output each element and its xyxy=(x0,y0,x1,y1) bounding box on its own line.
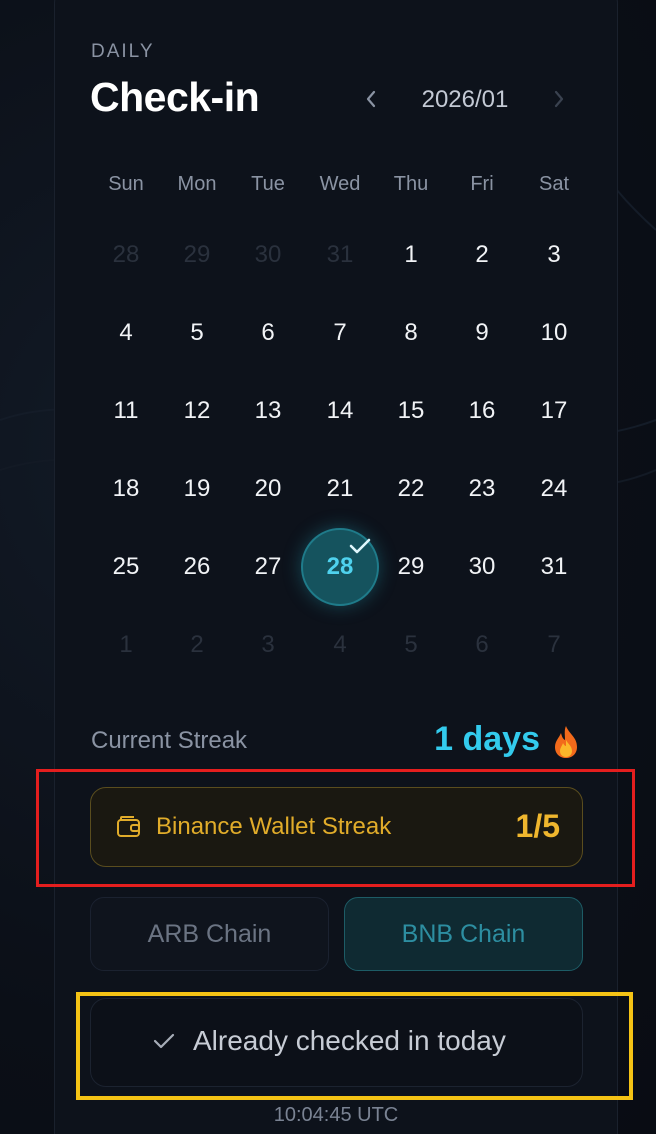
streak-label: Current Streak xyxy=(91,727,248,754)
calendar-day[interactable]: 3 xyxy=(519,235,589,275)
calendar-day[interactable]: 21 xyxy=(305,469,375,509)
calendar-day[interactable]: 26 xyxy=(162,547,232,587)
calendar-day-outside: 3 xyxy=(261,631,275,658)
calendar-day[interactable]: 1 xyxy=(376,235,446,275)
wallet-streak-label: Binance Wallet Streak xyxy=(156,813,392,840)
calendar-day[interactable]: 20 xyxy=(233,469,303,509)
weekday-sat: Sat xyxy=(538,173,570,195)
calendar-day[interactable]: 8 xyxy=(376,313,446,353)
calendar-day-outside: 7 xyxy=(547,631,561,658)
checkin-status-label: Already checked in today xyxy=(193,1025,506,1056)
calendar-day-outside: 29 xyxy=(183,241,211,268)
calendar-day[interactable]: 7 xyxy=(305,313,375,353)
calendar-day[interactable]: 15 xyxy=(376,391,446,431)
calendar-day[interactable]: 10 xyxy=(519,313,589,353)
calendar-day[interactable]: 2 xyxy=(447,235,517,275)
calendar-day[interactable]: 5 xyxy=(162,313,232,353)
calendar-day[interactable]: 19 xyxy=(162,469,232,509)
weekday-thu: Thu xyxy=(393,173,429,195)
calendar-day[interactable]: 6 xyxy=(233,313,303,353)
fire-icon xyxy=(555,726,577,758)
check-icon xyxy=(153,1033,175,1049)
calendar-day[interactable]: 29 xyxy=(376,547,446,587)
calendar-day[interactable]: 24 xyxy=(519,469,589,509)
calendar-day-outside: 6 xyxy=(475,631,489,658)
calendar-day-outside: 4 xyxy=(333,631,347,658)
weekday-mon: Mon xyxy=(177,173,217,195)
calendar-day-outside: 30 xyxy=(254,241,282,268)
weekday-tue: Tue xyxy=(251,173,285,195)
calendar-day-outside: 31 xyxy=(326,241,354,268)
calendar-day[interactable]: 14 xyxy=(305,391,375,431)
checked-day-icon xyxy=(349,538,371,554)
streak-value: 1 days xyxy=(434,720,540,758)
calendar-day-outside: 2 xyxy=(190,631,204,658)
chevron-right-icon xyxy=(554,90,564,108)
prev-month-button[interactable] xyxy=(356,84,386,114)
month-label: 2026/01 xyxy=(421,86,509,113)
page-title: Check-in xyxy=(90,74,260,120)
calendar-day[interactable]: 25 xyxy=(91,547,161,587)
calendar-day[interactable]: 23 xyxy=(447,469,517,509)
calendar-day[interactable]: 22 xyxy=(376,469,446,509)
next-month-button[interactable] xyxy=(544,84,574,114)
calendar-day[interactable]: 17 xyxy=(519,391,589,431)
calendar-day[interactable]: 30 xyxy=(447,547,517,587)
calendar-day-outside: 1 xyxy=(119,631,133,658)
wallet-icon xyxy=(117,816,140,837)
arb-chain-button[interactable]: ARB Chain xyxy=(90,897,329,971)
calendar-day[interactable]: 31 xyxy=(519,547,589,587)
calendar-day[interactable]: 16 xyxy=(447,391,517,431)
calendar-day[interactable]: 12 xyxy=(162,391,232,431)
bnb-chain-button[interactable]: BNB Chain xyxy=(344,897,583,971)
calendar-day[interactable]: 13 xyxy=(233,391,303,431)
weekday-fri: Fri xyxy=(470,173,494,195)
chevron-left-icon xyxy=(366,90,376,108)
weekday-wed: Wed xyxy=(319,173,361,195)
calendar-day[interactable]: 18 xyxy=(91,469,161,509)
server-time: 10:04:45 UTC xyxy=(273,1104,399,1126)
weekday-sun: Sun xyxy=(108,173,144,195)
calendar-day-outside: 5 xyxy=(404,631,418,658)
calendar-day[interactable]: 9 xyxy=(447,313,517,353)
calendar-day[interactable]: 27 xyxy=(233,547,303,587)
wallet-streak-count: 1/5 xyxy=(515,808,560,844)
calendar-day[interactable]: 4 xyxy=(91,313,161,353)
calendar-day[interactable]: 11 xyxy=(91,391,161,431)
calendar-day-outside: 28 xyxy=(112,241,140,268)
eyebrow-label: DAILY xyxy=(91,41,155,62)
